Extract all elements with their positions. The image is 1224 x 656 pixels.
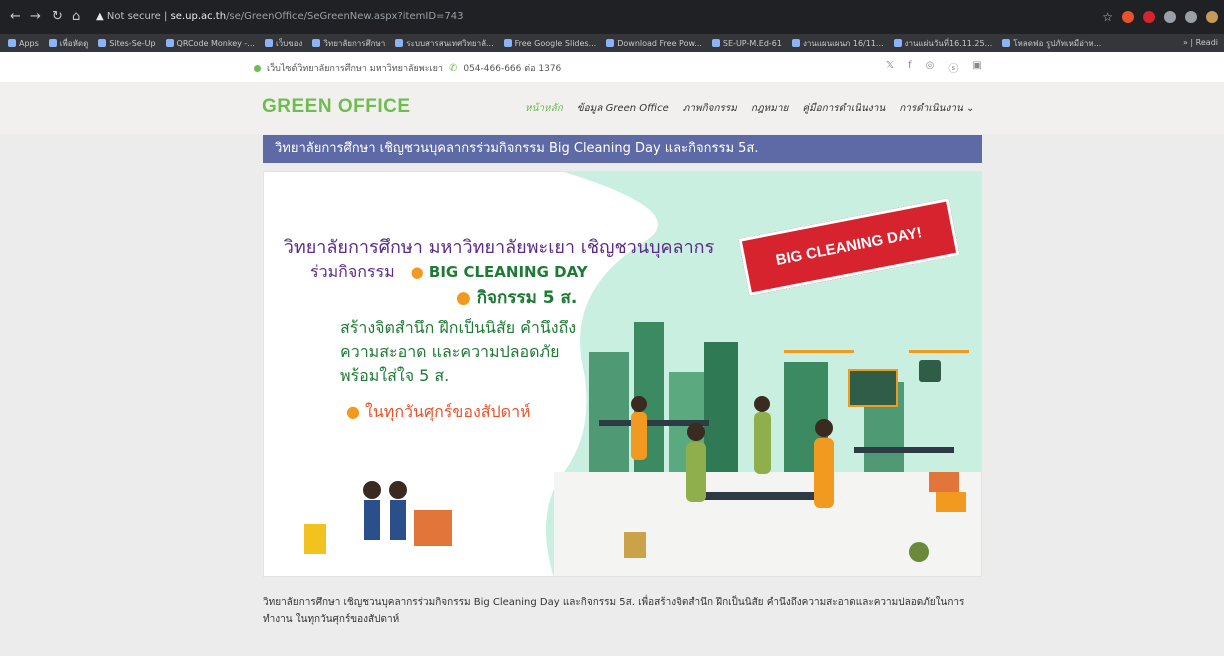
poster-every-friday: ● ในทุกวันศุกร์ของสัปดาห์ [346,402,531,421]
puzzle-icon[interactable] [1185,11,1197,23]
bookmark-item[interactable]: งานแผนเผนภ 16/11... [791,37,884,50]
bookmark-item[interactable]: Free Google Slides... [503,39,596,48]
person-head [754,396,770,412]
site-info-bar: เว็บไซต์วิทยาลัยการศึกษา มหาวิทยาลัยพะเย… [0,52,1224,82]
bookmark-icon [395,39,404,47]
child-head [363,481,381,499]
person [631,412,647,460]
clock-icon [919,360,941,382]
nav-item[interactable]: หน้าหลัก [525,101,563,116]
bookmark-icon [893,39,902,47]
bookmark-item[interactable]: โหลดฟอ รูปภัทเหมือ่าห... [1002,37,1101,50]
person [814,438,834,508]
bookmark-item[interactable]: ระบบสารสนเทศวิทยาลั... [395,37,494,50]
child [364,500,380,540]
extension-icon[interactable] [1122,11,1134,23]
warning-icon: ▲ [96,11,104,22]
skype-icon[interactable]: ⓢ [948,60,958,75]
bookmark-item[interactable]: Apps [8,39,39,48]
person-head [631,396,647,412]
site-header: GREEN OFFICE หน้าหลัก ข้อมูล Green Office… [0,82,1224,134]
bookmark-icon [8,39,16,47]
bucket [624,532,646,558]
security-label: Not secure [106,11,161,22]
reload-icon[interactable]: ↻ [52,8,63,26]
poster-join: ร่วมกิจกรรม ● BIG CLEANING DAY [310,262,588,281]
url-host: se.up.ac.th [170,11,227,22]
globe-icon [254,64,261,72]
back-icon[interactable]: ← [10,8,21,26]
main-menu: หน้าหลัก ข้อมูล Green Office ภาพกิจกรรม กฎห… [525,101,974,116]
desk [854,447,954,453]
bookmark-item[interactable]: Download Free Pow... [606,39,702,48]
bookmark-icon [98,39,107,47]
social-links: 𝕏 f ◎ ⓢ ▣ [886,60,982,75]
poster-body: สร้างจิตสำนึก ฝึกเป็นนิสัย คำนึงถึง ความ… [340,318,577,385]
bookmark-icon [165,39,174,47]
instagram-icon[interactable]: ◎ [926,60,935,75]
bookmark-item[interactable]: งานแผ่นวันที่16.11.25... [893,37,992,50]
person [686,442,706,502]
person [754,412,771,474]
url-path: /se/GreenOffice/SeGreenNew.aspx?itemID=7… [226,11,464,22]
star-icon[interactable]: ☆ [1102,10,1113,24]
bookmark-item[interactable]: เว็บของ [264,37,302,50]
shelf [909,350,969,353]
forward-icon[interactable]: → [30,8,41,26]
profile-avatar[interactable] [1206,11,1218,23]
facebook-icon[interactable]: f [908,60,912,75]
bookmarks-bar: Apps เพื่อหัดดู Sites-Se-Up QRCode Monkey -… [0,34,1224,52]
pin-board [848,369,898,407]
box [936,492,966,512]
nav-item[interactable]: ข้อมูล Green Office [577,101,669,116]
bookmark-icon [606,39,615,47]
bookmark-item[interactable]: QRCode Monkey -... [165,39,255,48]
bookmark-icon [791,39,800,47]
bookmark-icon [264,39,273,47]
vacuum [909,542,929,562]
extension-icon[interactable] [1164,11,1176,23]
shelf [784,350,854,353]
building [704,342,738,472]
building [589,352,629,472]
adblock-icon[interactable] [1143,11,1155,23]
nav-item[interactable]: ภาพกิจกรรม [683,101,737,116]
bookmark-item[interactable]: เพื่อหัดดู [48,37,88,50]
wet-floor-sign [304,524,326,554]
bookmark-icon [48,39,57,47]
nav-item[interactable]: คู่มือการดำเนินงาน [802,101,885,116]
phone-number: 054-466-666 ต่อ 1376 [463,64,562,74]
cleaning-cart [414,510,452,546]
box [929,472,959,492]
site-logo[interactable]: GREEN OFFICE [262,96,411,118]
phone-icon: ✆ [448,62,458,74]
bookmark-item[interactable]: วิทยาลัยการศึกษา [312,37,385,50]
bookmark-icon [503,39,512,47]
desk [694,492,814,500]
reading-list[interactable]: » | Readi [1183,34,1218,52]
person-head [687,423,705,441]
extension-icons: ☆ [1102,9,1218,25]
article-description: วิทยาลัยการศึกษา เชิญชวนบุคลากรร่วมกิจกร… [263,597,965,625]
child [390,500,406,540]
linkedin-icon[interactable]: ▣ [972,60,981,75]
nav-item[interactable]: การดำเนินงาน ⌄ [899,101,974,116]
bookmark-item[interactable]: SE-UP-M.Ed-61 [711,39,782,48]
twitter-icon[interactable]: 𝕏 [886,60,894,75]
browser-toolbar: ← → ↻ ⌂ ▲ Not secure | se.up.ac.th/se/Gr… [0,0,1224,34]
person-head [815,419,833,437]
poster-image: วิทยาลัยการศึกษา มหาวิทยาลัยพะเยา เชิญชว… [263,171,982,577]
address-bar[interactable]: ▲ Not secure | se.up.ac.th/se/GreenOffic… [96,7,1096,27]
bookmark-icon [1002,39,1011,47]
site-tagline: เว็บไซต์วิทยาลัยการศึกษา มหาวิทยาลัยพะเย… [267,64,443,74]
home-icon[interactable]: ⌂ [72,8,80,26]
article-title: วิทยาลัยการศึกษา เชิญชวนบุคลากรร่วมกิจกร… [263,135,982,163]
poster-5s: ● กิจกรรม 5 ส. [456,288,578,308]
child-head [389,481,407,499]
bookmark-icon [312,39,321,47]
bookmark-icon [711,39,720,47]
bookmark-item[interactable]: Sites-Se-Up [98,39,156,48]
poster-headline: วิทยาลัยการศึกษา มหาวิทยาลัยพะเยา เชิญชว… [283,237,715,258]
nav-item[interactable]: กฎหมาย [751,101,788,116]
